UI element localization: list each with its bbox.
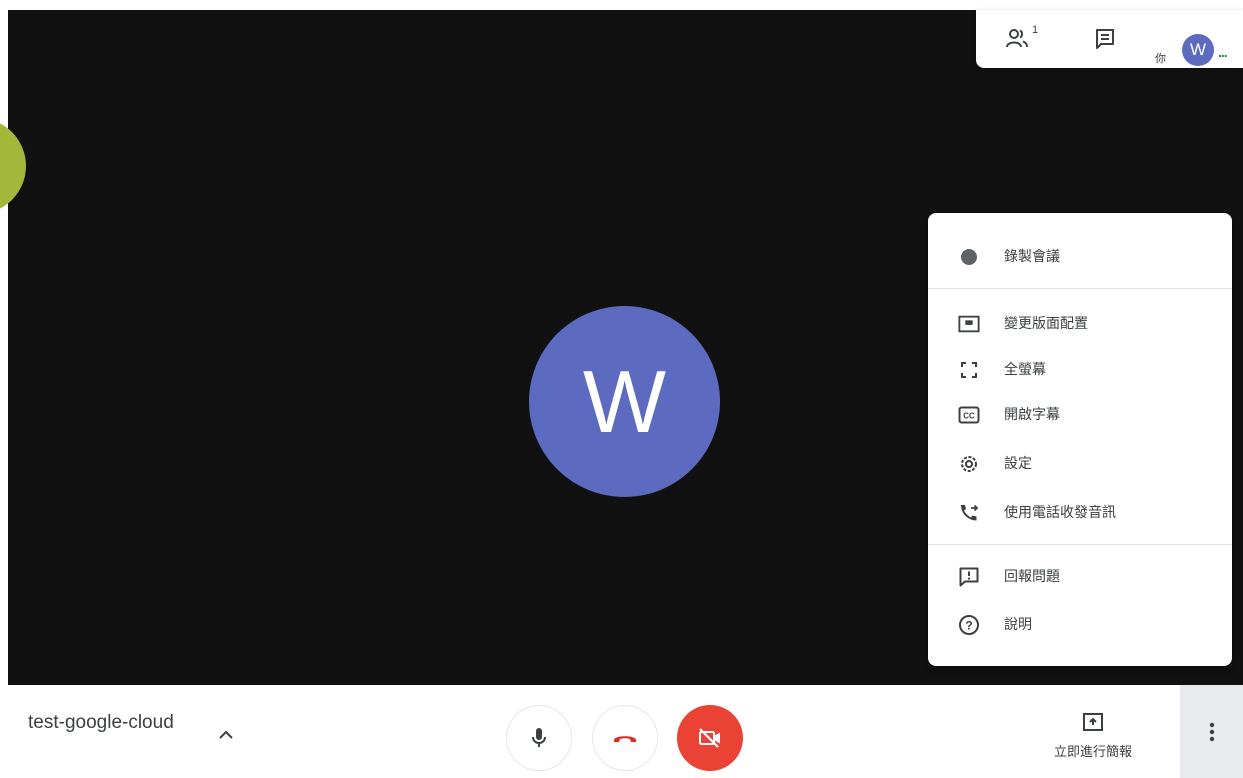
feedback-icon <box>958 566 980 588</box>
menu-item-fullscreen[interactable]: 全螢幕 <box>928 347 1232 391</box>
menu-item-label: 錄製會議 <box>1004 249 1060 265</box>
green-shape-edge <box>0 118 26 214</box>
menu-item-settings[interactable]: 設定 <box>928 441 1232 485</box>
meeting-name[interactable]: test-google-cloud <box>28 712 174 734</box>
participant-count: 1 <box>1032 24 1039 36</box>
menu-item-record[interactable]: 錄製會議 <box>928 234 1232 278</box>
participant-initial: W <box>582 351 667 451</box>
self-avatar[interactable]: W <box>1182 34 1214 66</box>
chat-icon <box>1096 29 1114 49</box>
hang-up-button[interactable] <box>592 705 658 771</box>
camera-off-icon <box>699 728 720 748</box>
more-options-button[interactable] <box>1180 685 1243 778</box>
help-icon: ? <box>958 614 980 636</box>
menu-item-report-problem[interactable]: 回報問題 <box>928 554 1232 598</box>
bottom-control-bar: test-google-cloud 立即進行簡報 <box>0 685 1243 778</box>
top-right-panel: 1 你 W ... <box>976 10 1243 68</box>
more-options-menu: 錄製會議 變更版面配置 全螢幕 CC 開啟字幕 設定 使用電話收發音訊 回報問題… <box>928 213 1232 666</box>
menu-item-label: 說明 <box>1004 617 1032 633</box>
you-label: 你 <box>1155 52 1166 65</box>
menu-item-label: 使用電話收發音訊 <box>1004 505 1116 521</box>
participant-avatar: W <box>529 306 720 497</box>
svg-text:?: ? <box>965 619 972 633</box>
svg-text:CC: CC <box>963 412 975 421</box>
record-dot-icon <box>958 246 980 268</box>
menu-item-label: 變更版面配置 <box>1004 316 1088 332</box>
chat-button[interactable] <box>1088 24 1122 54</box>
menu-item-label: 設定 <box>1004 456 1032 472</box>
self-initial: W <box>1189 40 1207 59</box>
chevron-up-icon[interactable] <box>218 725 234 744</box>
people-button[interactable] <box>1002 24 1036 54</box>
menu-divider <box>928 288 1232 289</box>
more-vert-icon <box>1209 722 1214 741</box>
present-now-button[interactable]: 立即進行簡報 <box>1038 705 1148 761</box>
layout-icon <box>958 313 980 335</box>
people-icon <box>1006 29 1028 48</box>
captions-icon: CC <box>958 404 980 426</box>
menu-item-label: 全螢幕 <box>1004 362 1046 378</box>
camera-off-button[interactable] <box>677 705 743 771</box>
phone-forward-icon <box>958 502 980 524</box>
microphone-icon <box>532 728 546 747</box>
present-icon <box>1083 713 1103 731</box>
menu-item-help[interactable]: ? 說明 <box>928 602 1232 646</box>
present-now-label: 立即進行簡報 <box>1053 745 1132 760</box>
menu-item-phone-audio[interactable]: 使用電話收發音訊 <box>928 490 1232 534</box>
menu-item-label: 開啟字幕 <box>1004 407 1060 423</box>
hang-up-icon <box>614 736 636 742</box>
menu-item-label: 回報問題 <box>1004 569 1060 585</box>
fullscreen-icon <box>958 359 980 381</box>
more-dots-icon: ... <box>1218 44 1228 60</box>
menu-divider <box>928 544 1232 545</box>
microphone-button[interactable] <box>506 705 572 771</box>
settings-gear-icon <box>958 453 980 475</box>
menu-item-layout[interactable]: 變更版面配置 <box>928 301 1232 345</box>
menu-item-captions[interactable]: CC 開啟字幕 <box>928 392 1232 436</box>
